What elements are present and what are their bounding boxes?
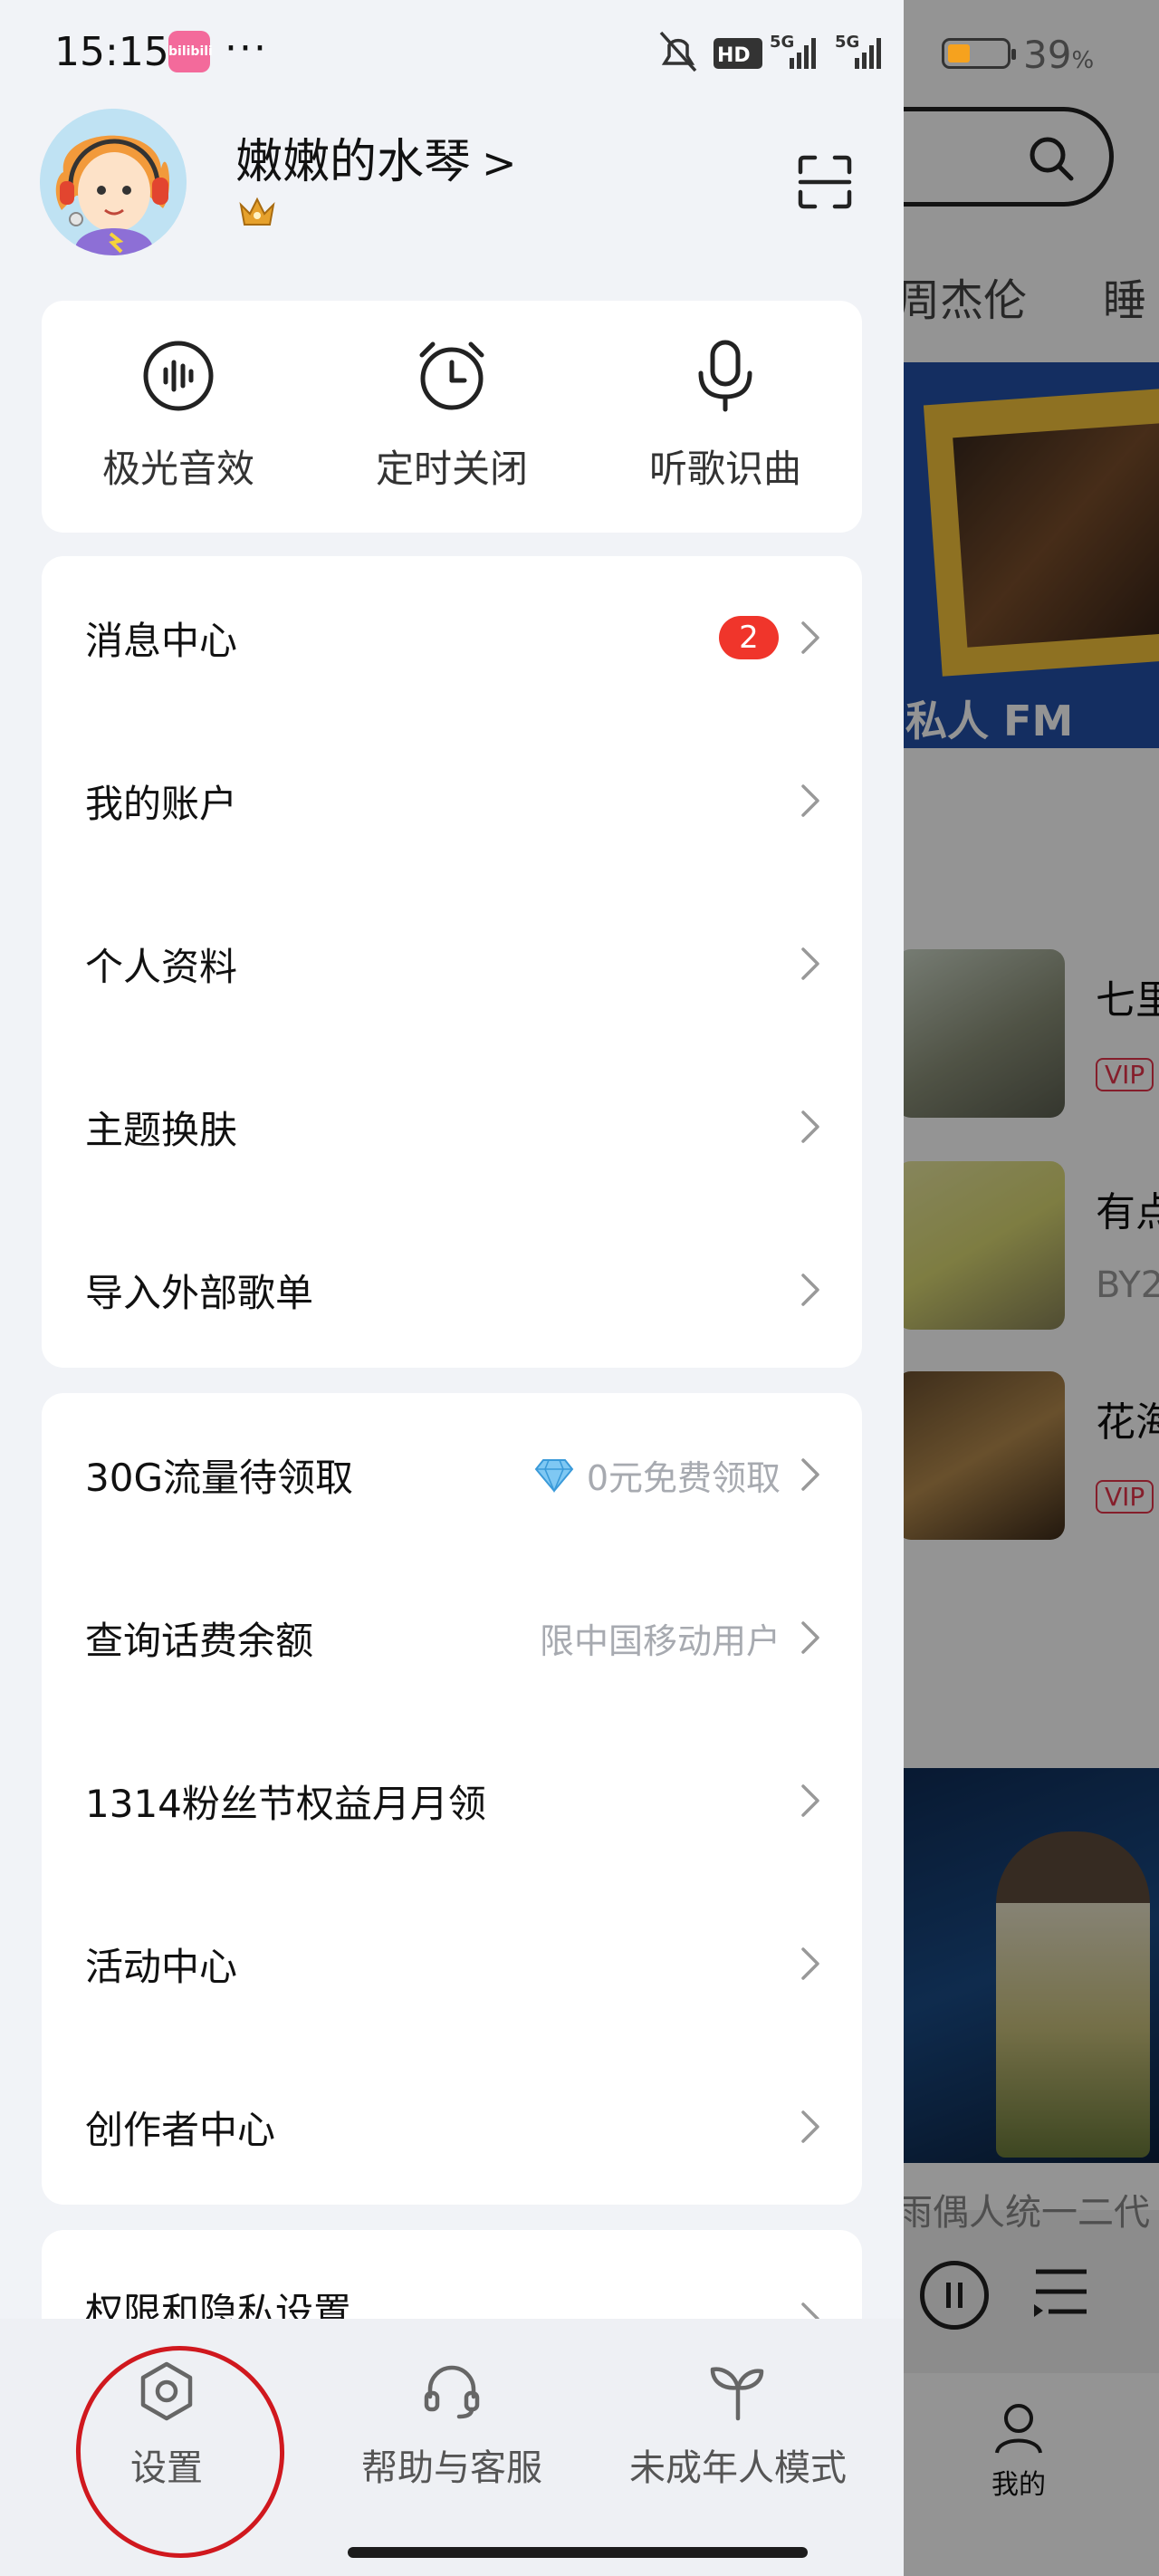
unread-badge: 2 [719, 616, 779, 659]
avatar[interactable] [40, 109, 187, 255]
menu-item-label: 主题换肤 [85, 1107, 238, 1152]
menu-item-import-playlist[interactable]: 导入外部歌单 [42, 1208, 862, 1368]
alarm-clock-icon [419, 341, 484, 410]
help-service-label: 帮助与客服 [361, 2447, 542, 2489]
signal-5g-icon: 5G [835, 33, 881, 69]
diamond-icon [534, 1459, 574, 1493]
menu-group-account: 消息中心 2 我的账户 个人资料 主题换肤 导入外部歌单 [42, 556, 862, 1368]
tool-song-recognition[interactable]: 听歌识曲 [589, 301, 862, 533]
sprout-icon [710, 2367, 764, 2421]
tool-sleep-timer[interactable]: 定时关闭 [315, 301, 589, 533]
chevron-right-icon [801, 621, 819, 654]
menu-item-extra: 0元免费领取 [586, 1457, 781, 1498]
tool-label: 听歌识曲 [648, 447, 801, 491]
sound-wave-icon [143, 341, 214, 411]
chevron-right-icon [801, 1274, 819, 1306]
battery-icon [942, 38, 1016, 69]
quick-tools-card: 极光音效 定时关闭 听歌识曲 [42, 301, 862, 533]
menu-item-message-center[interactable]: 消息中心 2 [42, 556, 862, 719]
menu-item-creator-center[interactable]: 创作者中心 [42, 2045, 862, 2205]
youth-mode-label: 未成年人模式 [629, 2447, 847, 2489]
chevron-right-icon [801, 784, 819, 817]
svg-text:HD: HD [717, 44, 751, 67]
menu-item-fan-festival[interactable]: 1314粉丝节权益月月领 [42, 1719, 862, 1882]
menu-item-label: 创作者中心 [85, 2107, 276, 2152]
chevron-right-icon [801, 1458, 819, 1491]
status-time: 15:15 [54, 29, 169, 75]
menu-item-label: 导入外部歌单 [85, 1270, 314, 1315]
menu-item-profile[interactable]: 个人资料 [42, 882, 862, 1045]
mute-bell-icon [659, 31, 697, 72]
tool-label: 定时关闭 [375, 447, 528, 491]
tool-label: 极光音效 [101, 447, 254, 491]
tool-aurora-sound[interactable]: 极光音效 [42, 301, 315, 533]
scan-icon[interactable] [795, 152, 855, 212]
home-indicator[interactable] [348, 2547, 808, 2558]
menu-item-label: 个人资料 [85, 944, 238, 989]
menu-item-label: 30G流量待领取 [85, 1455, 353, 1500]
menu-item-label: 消息中心 [85, 618, 238, 663]
chevron-right-icon [801, 1621, 819, 1654]
side-drawer: 嫩嫩的水琴 > 极光音效 定时关闭 听歌识曲 消息中心 2 我的账户 个人资料 … [0, 0, 904, 2576]
menu-item-free-data[interactable]: 30G流量待领取 0元免费领取 [42, 1393, 862, 1556]
chevron-right-icon [801, 947, 819, 980]
username-link[interactable]: 嫩嫩的水琴 > [235, 123, 517, 191]
crown-icon [239, 197, 275, 226]
signal-5g-icon: 5G [770, 33, 816, 69]
hd-icon: HD [714, 38, 762, 69]
youth-mode-button[interactable]: 未成年人模式 [625, 2360, 851, 2491]
chevron-right-icon [801, 1947, 819, 1980]
menu-item-extra: 限中国移动用户 [539, 1620, 781, 1661]
menu-item-label: 查询话费余额 [85, 1618, 314, 1663]
status-bar: 15:15 bilibili ··· HD 5G 5G 39% [0, 0, 1159, 105]
svg-text:5G: 5G [835, 33, 859, 52]
microphone-icon [698, 340, 752, 412]
chevron-right-icon [801, 2110, 819, 2143]
menu-item-theme[interactable]: 主题换肤 [42, 1045, 862, 1208]
chevron-right-icon: > [482, 139, 517, 187]
more-notifications-icon: ··· [225, 25, 268, 72]
menu-group-services: 30G流量待领取 0元免费领取 查询话费余额 限中国移动用户 1314粉丝节权益… [42, 1393, 862, 2205]
menu-item-label: 活动中心 [85, 1944, 238, 1989]
chevron-right-icon [801, 1110, 819, 1143]
svg-text:5G: 5G [770, 33, 794, 52]
profile-header: 嫩嫩的水琴 > [40, 109, 864, 263]
menu-item-label: 1314粉丝节权益月月领 [85, 1781, 486, 1826]
menu-item-activity-center[interactable]: 活动中心 [42, 1882, 862, 2045]
chevron-right-icon [801, 1784, 819, 1817]
status-icons: HD 5G 5G [659, 31, 881, 72]
menu-item-phone-balance[interactable]: 查询话费余额 限中国移动用户 [42, 1556, 862, 1719]
bilibili-app-icon: bilibili [168, 31, 213, 72]
menu-item-label: 我的账户 [85, 781, 238, 826]
help-service-button[interactable]: 帮助与客服 [348, 2360, 556, 2491]
headset-icon [424, 2365, 480, 2419]
menu-item-my-account[interactable]: 我的账户 [42, 719, 862, 882]
username-text: 嫩嫩的水琴 [235, 135, 472, 189]
battery-percent: 39% [1023, 33, 1095, 77]
